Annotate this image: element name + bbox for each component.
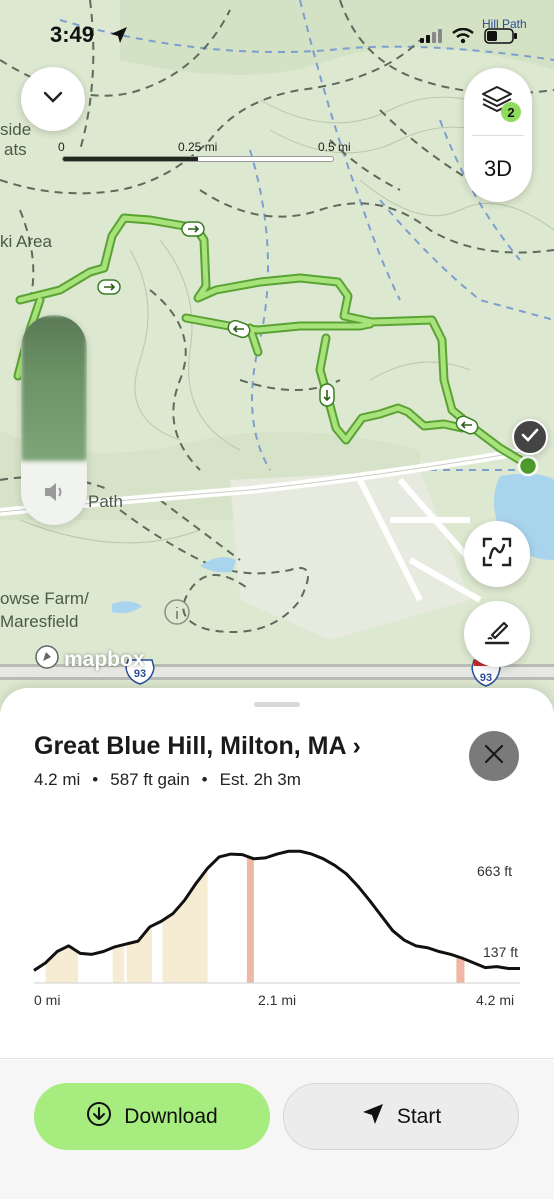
action-bar: Download Start (0, 1060, 554, 1199)
navigation-arrow-icon (361, 1102, 385, 1132)
app-root: side ats ki Area Path owse Farm/ Maresfi… (0, 0, 554, 1199)
elevation-line (33, 849, 520, 972)
toggle-3d-button[interactable]: 3D (464, 136, 532, 202)
scale-label-mid: 0.25 mi (178, 140, 218, 154)
scale-label-0: 0 (58, 140, 65, 154)
scale-bar (62, 156, 334, 162)
grade-segment-moderate (162, 851, 208, 983)
route-shield-right: 93 (479, 672, 493, 684)
layers-button[interactable]: 2 (464, 68, 532, 134)
status-time: 3:49 (50, 22, 95, 47)
map-label-side: side (0, 120, 32, 139)
focus-route-icon (481, 536, 513, 573)
pen-icon (482, 617, 512, 652)
grade-segment-moderate (112, 851, 125, 983)
map-controls-pill: 2 3D (464, 68, 532, 202)
map-label-farm: owse Farm/ (0, 589, 89, 608)
map-view[interactable]: side ats ki Area Path owse Farm/ Maresfi… (0, 0, 554, 720)
x-tick-mid: 2.1 mi (258, 992, 297, 1008)
layers-count-badge: 2 (501, 102, 521, 122)
trail-end-marker[interactable] (512, 419, 548, 455)
checkmark-icon (521, 428, 539, 447)
chevron-down-icon (43, 90, 63, 108)
scale-label-max: 0.5 mi (318, 140, 351, 154)
grade-shading (45, 851, 465, 983)
download-icon (86, 1101, 112, 1133)
collapse-map-button[interactable] (21, 67, 85, 131)
mapbox-attribution[interactable]: mapbox (34, 644, 145, 676)
status-bar: 3:49 Hill Path (0, 17, 554, 58)
start-label: Start (396, 1104, 442, 1128)
scale-bar-fill (63, 157, 198, 161)
x-tick-start: 0 mi (34, 992, 61, 1008)
map-label-ats: ats (4, 140, 27, 159)
download-button[interactable]: Download (34, 1083, 270, 1150)
volume-level-fill (21, 315, 87, 461)
map-label-maresfield: Maresfield (0, 612, 79, 631)
map-label-hill-path: Hill Path (482, 17, 527, 31)
grade-segment-steep (246, 851, 254, 983)
location-arrow-icon (110, 26, 128, 49)
x-tick-end: 4.2 mi (476, 992, 515, 1008)
y-tick-137: 137 ft (483, 944, 519, 960)
y-tick-663: 663 ft (477, 863, 513, 879)
sheet-divider (0, 1058, 554, 1059)
focus-route-button[interactable] (464, 521, 530, 587)
map-label-ski-area: ki Area (0, 232, 52, 251)
volume-overlay[interactable] (21, 315, 87, 525)
elevation-chart[interactable] (0, 688, 554, 1008)
signal-icon (420, 29, 442, 48)
grade-segment-moderate (126, 851, 153, 983)
start-button[interactable]: Start (283, 1083, 519, 1150)
speaker-icon (43, 481, 67, 508)
wifi-icon (452, 27, 474, 49)
mapbox-label: mapbox (64, 648, 145, 671)
map-scale: 0 0.25 mi 0.5 mi (58, 140, 358, 170)
map-label-path: Path (88, 492, 123, 511)
mapbox-logo-icon (34, 644, 60, 676)
draw-route-button[interactable] (464, 601, 530, 667)
route-sheet: Great Blue Hill, Milton, MA › 4.2 mi • 5… (0, 688, 554, 1199)
download-label: Download (124, 1104, 218, 1128)
